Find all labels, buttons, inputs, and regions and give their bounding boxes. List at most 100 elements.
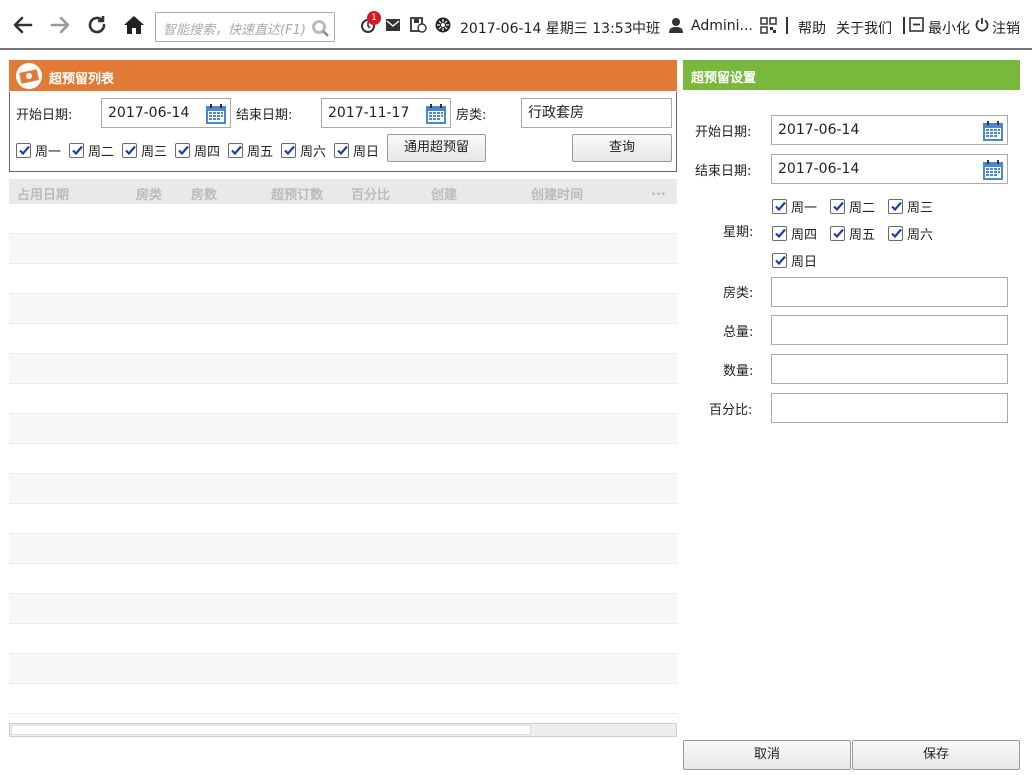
checkbox-wed[interactable]: 周三 [122, 141, 167, 160]
checkbox-checked-icon[interactable] [334, 143, 349, 158]
home-icon[interactable] [121, 12, 147, 38]
checkbox-checked-icon[interactable] [228, 143, 243, 158]
table-row[interactable] [9, 264, 677, 294]
checkbox-checked-icon[interactable] [122, 143, 137, 158]
table-row[interactable] [9, 504, 677, 534]
column-header[interactable]: ... [651, 184, 666, 199]
checkbox-wed[interactable]: 周三 [888, 197, 933, 216]
checkbox-checked-icon[interactable] [772, 226, 787, 241]
cancel-button[interactable]: 取消 [683, 740, 851, 770]
quantity-field[interactable] [771, 354, 1008, 384]
table-row[interactable] [9, 204, 677, 234]
save-button[interactable]: 保存 [852, 740, 1020, 770]
calendar-icon[interactable] [982, 159, 1004, 191]
checkbox-checked-icon[interactable] [69, 143, 84, 158]
total-field[interactable] [771, 315, 1008, 345]
end-date-field[interactable]: 2017-11-17 [321, 98, 451, 128]
column-header[interactable]: 占用日期 [17, 184, 69, 203]
toolbar-divider [786, 17, 788, 34]
help-link[interactable]: 帮助 [798, 18, 826, 38]
calendar-icon[interactable] [205, 103, 227, 135]
minimize-icon[interactable] [909, 17, 924, 36]
mail-icon[interactable] [385, 17, 401, 37]
column-header[interactable]: 创建时间 [531, 184, 583, 203]
table-row[interactable] [9, 324, 677, 354]
table-row[interactable] [9, 564, 677, 594]
checkbox-checked-icon[interactable] [888, 199, 903, 214]
percent-field[interactable] [771, 393, 1008, 423]
checkbox-tue[interactable]: 周二 [69, 141, 114, 160]
table-row[interactable] [9, 534, 677, 564]
checkbox-fri[interactable]: 周五 [228, 141, 273, 160]
power-icon[interactable] [975, 17, 989, 36]
checkbox-fri[interactable]: 周五 [830, 224, 875, 243]
save-clock-icon[interactable] [410, 17, 427, 37]
room-type-label: 房类: [723, 286, 754, 301]
overbooking-list-panel: 超预留列表 开始日期: 2017-06-14 结束日期: 2017-11-17 … [9, 60, 677, 740]
checkbox-checked-icon[interactable] [772, 199, 787, 214]
end-date-label: 结束日期: [695, 164, 752, 179]
table-row[interactable] [9, 294, 677, 324]
query-button[interactable]: 查询 [572, 134, 672, 162]
table-row[interactable] [9, 684, 677, 714]
calendar-icon[interactable] [982, 120, 1004, 152]
filter-area: 开始日期: 2017-06-14 结束日期: 2017-11-17 房类: 行政… [9, 92, 677, 172]
minimize-link[interactable]: 最小化 [928, 18, 970, 38]
checkbox-checked-icon[interactable] [175, 143, 190, 158]
checkbox-label: 周三 [907, 201, 934, 216]
forward-arrow-icon[interactable] [47, 12, 73, 38]
checkbox-thu[interactable]: 周四 [772, 224, 817, 243]
checkbox-mon[interactable]: 周一 [16, 141, 61, 160]
column-header[interactable]: 创建 [431, 184, 457, 203]
checkbox-sat[interactable]: 周六 [888, 224, 933, 243]
checkbox-checked-icon[interactable] [16, 143, 31, 158]
general-overbooking-button[interactable]: 通用超预留 [387, 134, 486, 162]
column-header[interactable]: 百分比 [351, 184, 390, 203]
table-row[interactable] [9, 474, 677, 504]
calendar-icon[interactable] [425, 103, 447, 135]
table-row[interactable] [9, 354, 677, 384]
table-row[interactable] [9, 234, 677, 264]
checkbox-sun[interactable]: 周日 [334, 141, 379, 160]
table-row[interactable] [9, 444, 677, 474]
checkbox-tue[interactable]: 周二 [830, 197, 875, 216]
table-row[interactable] [9, 654, 677, 684]
back-arrow-icon[interactable] [10, 12, 36, 38]
checkbox-checked-icon[interactable] [830, 226, 845, 241]
start-date-field[interactable]: 2017-06-14 [101, 98, 231, 128]
checkbox-mon[interactable]: 周一 [772, 197, 817, 216]
start-date-label: 开始日期: [16, 108, 73, 123]
datetime-display: 2017-06-14 星期三 13:53 [460, 21, 633, 37]
checkbox-checked-icon[interactable] [772, 253, 787, 268]
logout-link[interactable]: 注销 [992, 18, 1020, 38]
about-link[interactable]: 关于我们 [836, 18, 892, 38]
checkbox-checked-icon[interactable] [281, 143, 296, 158]
settings-wheel-icon[interactable] [435, 17, 451, 37]
checkbox-thu[interactable]: 周四 [175, 141, 220, 160]
checkbox-sun[interactable]: 周日 [772, 251, 817, 270]
horizontal-scrollbar[interactable] [9, 723, 677, 737]
checkbox-checked-icon[interactable] [888, 226, 903, 241]
column-header[interactable]: 超预订数 [271, 184, 323, 203]
column-header[interactable]: 房类 [136, 184, 162, 203]
scrollbar-thumb[interactable] [11, 725, 531, 735]
checkbox-checked-icon[interactable] [830, 199, 845, 214]
column-header[interactable]: 房数 [191, 184, 217, 203]
refresh-icon[interactable] [84, 12, 110, 38]
end-date-field[interactable]: 2017-06-14 [771, 154, 1008, 184]
table-row[interactable] [9, 384, 677, 414]
room-type-field[interactable]: 行政套房 [521, 98, 672, 128]
table-row[interactable] [9, 624, 677, 654]
user-name[interactable]: Admini... [691, 18, 753, 34]
table-row[interactable] [9, 414, 677, 444]
room-type-field[interactable] [771, 277, 1008, 307]
top-toolbar: 智能搜索，快速直达(F1) 1 2017-06-14 星期三 13:53 中班 … [0, 0, 1032, 50]
overbooking-settings-panel: 超预留设置 开始日期: 2017-06-14 结束日期: 2017-06-14 … [683, 60, 1020, 775]
checkbox-label: 周一 [35, 145, 62, 160]
search-box[interactable]: 智能搜索，快速直达(F1) [155, 12, 335, 42]
checkbox-sat[interactable]: 周六 [281, 141, 326, 160]
start-date-field[interactable]: 2017-06-14 [771, 115, 1008, 145]
table-row[interactable] [9, 594, 677, 624]
search-icon[interactable] [310, 18, 330, 42]
qrcode-icon[interactable] [760, 17, 777, 38]
